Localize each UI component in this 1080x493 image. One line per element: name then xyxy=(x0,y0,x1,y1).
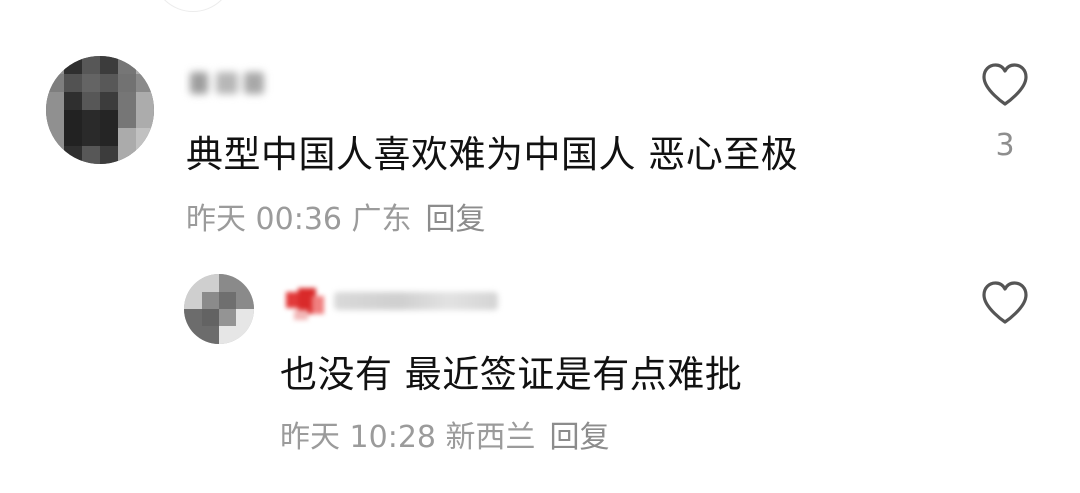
username-blurred[interactable] xyxy=(282,278,502,324)
like-heart-icon[interactable] xyxy=(980,62,1030,108)
comment-timestamp-location: 昨天 10:28 新西兰 xyxy=(280,420,536,455)
comment-text: 也没有 最近签证是有点难批 xyxy=(280,353,743,396)
avatar[interactable] xyxy=(184,274,254,344)
avatar[interactable] xyxy=(46,56,154,164)
comment-timestamp-location: 昨天 00:36 广东 xyxy=(186,202,412,237)
comment-meta: 昨天 10:28 新西兰 回复 xyxy=(280,412,610,456)
like-heart-icon[interactable] xyxy=(980,280,1030,326)
partial-circle-element xyxy=(152,0,234,12)
comment-thread: 典型中国人喜欢难为中国人 恶心至极 昨天 00:36 广东 回复 3 也没有 最近… xyxy=(0,0,1080,493)
comment-meta: 昨天 00:36 广东 回复 xyxy=(186,194,486,238)
like-count: 3 xyxy=(995,128,1015,163)
comment-text: 典型中国人喜欢难为中国人 恶心至极 xyxy=(186,133,799,176)
user-badge-icon xyxy=(284,284,326,322)
username-blurred[interactable] xyxy=(186,64,266,102)
reply-button[interactable]: 回复 xyxy=(426,202,486,237)
reply-button[interactable]: 回复 xyxy=(550,420,610,455)
